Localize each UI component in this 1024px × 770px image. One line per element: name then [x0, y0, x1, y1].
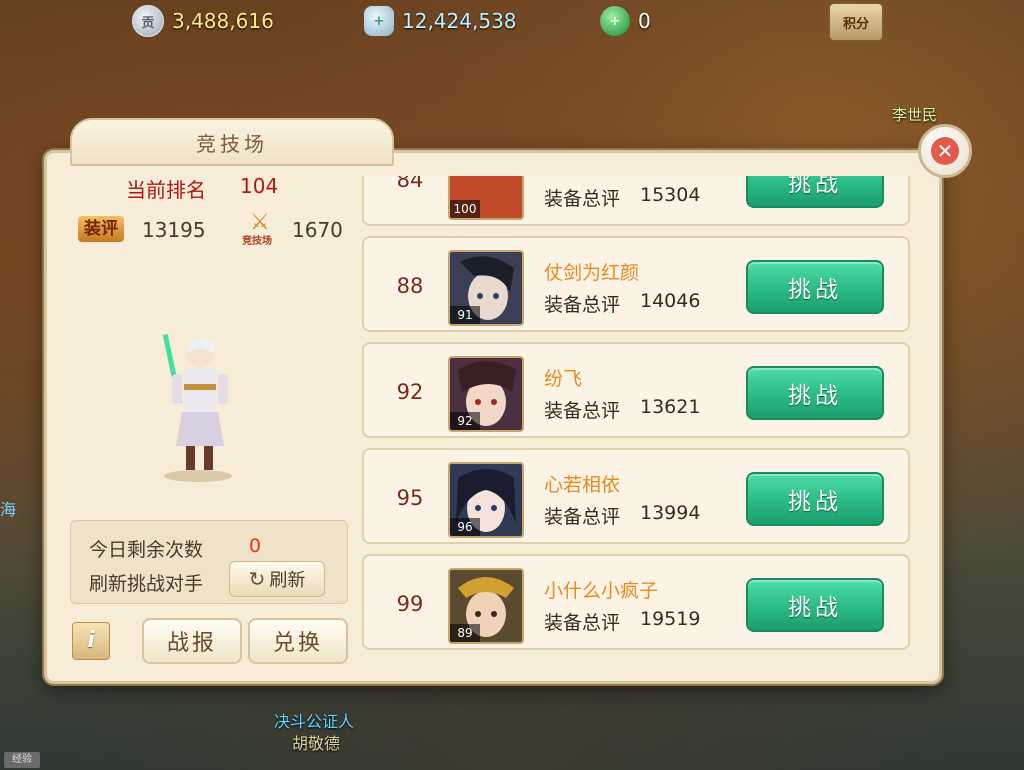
- info-button[interactable]: i: [72, 622, 110, 660]
- player-character-figure: [162, 334, 232, 482]
- opponent-gear-value: 14046: [640, 290, 701, 312]
- gear-score-tag: 装评: [78, 216, 124, 242]
- opponent-name: 小什么小疯子: [544, 580, 659, 602]
- challenge-label: 挑战: [788, 383, 842, 409]
- remaining-attempts-label: 今日剩余次数: [89, 539, 204, 561]
- opponent-gear-label: 装备总评: [544, 400, 621, 422]
- opponent-rank: 95: [396, 486, 424, 510]
- arena-points-icon: ⚔ 竞技场: [242, 210, 282, 247]
- silver-resource[interactable]: + 12,424,538: [364, 6, 517, 36]
- refresh-opponents-label: 刷新挑战对手: [89, 573, 204, 595]
- jade-value: 0: [638, 9, 651, 33]
- refresh-button[interactable]: ↻ 刷新: [229, 561, 325, 597]
- score-button[interactable]: 积分: [828, 2, 884, 42]
- contribution-value: 3,488,616: [172, 9, 274, 33]
- refresh-icon: ↻: [248, 567, 266, 591]
- opponent-portrait[interactable]: 100: [448, 176, 524, 220]
- opponent-gear-value: 13994: [640, 502, 701, 524]
- silver-ingot-icon[interactable]: +: [364, 6, 394, 36]
- opponent-gear-label: 装备总评: [544, 506, 621, 528]
- opponent-list[interactable]: 84 100 装备总评 15304 挑战 88 91 仗剑为红颜 装备总评 14…: [362, 176, 910, 654]
- corner-tag[interactable]: 经验: [4, 752, 40, 768]
- npc-title[interactable]: 决斗公证人: [274, 708, 354, 732]
- gear-score-value: 13195: [142, 218, 206, 242]
- opponent-row: 84 100 装备总评 15304 挑战: [362, 176, 910, 226]
- opponent-level: 100: [450, 200, 480, 218]
- resource-bar: 贡 3,488,616 + 12,424,538 + 0 积分: [0, 0, 1024, 42]
- opponent-portrait[interactable]: 91: [448, 250, 524, 326]
- panel-title: 竞技场: [196, 131, 268, 156]
- arena-points-value: 1670: [292, 218, 343, 242]
- opponent-portrait[interactable]: 96: [448, 462, 524, 538]
- arena-icon-label: 竞技场: [242, 236, 272, 247]
- battle-report-label: 战报: [166, 631, 217, 656]
- opponent-rank: 84: [396, 176, 424, 192]
- current-rank-value: 104: [240, 174, 279, 198]
- challenge-label: 挑战: [788, 176, 842, 197]
- opponent-gear-value: 13621: [640, 396, 701, 418]
- opponent-rank: 99: [396, 592, 424, 616]
- current-rank-label: 当前排名: [126, 178, 206, 202]
- npc-name[interactable]: 胡敬德: [292, 730, 340, 754]
- battle-report-button[interactable]: 战报: [142, 618, 242, 664]
- opponent-level: 92: [450, 412, 480, 430]
- jade-icon[interactable]: +: [600, 6, 630, 36]
- opponent-level: 91: [450, 306, 480, 324]
- opponent-row: 88 91 仗剑为红颜 装备总评 14046 挑战: [362, 236, 910, 332]
- panel-title-tab: 竞技场: [70, 118, 394, 166]
- contribution-resource: 贡 3,488,616: [132, 5, 274, 37]
- challenge-button[interactable]: 挑战: [746, 472, 884, 526]
- challenge-label: 挑战: [788, 489, 842, 515]
- exchange-label: 兑换: [272, 631, 323, 656]
- silver-value: 12,424,538: [402, 9, 517, 33]
- remaining-attempts-value: 0: [249, 535, 262, 557]
- opponent-row: 92 92 纷飞 装备总评 13621 挑战: [362, 342, 910, 438]
- challenge-label: 挑战: [788, 595, 842, 621]
- opponent-rank: 92: [396, 380, 424, 404]
- contribution-coin-icon: 贡: [132, 5, 164, 37]
- opponent-gear-value: 19519: [640, 608, 701, 630]
- opponent-gear-label: 装备总评: [544, 294, 621, 316]
- refresh-button-label: 刷新: [269, 570, 306, 591]
- opponent-level: 96: [450, 518, 480, 536]
- challenge-button[interactable]: 挑战: [746, 366, 884, 420]
- opponent-name: 心若相依: [544, 474, 621, 496]
- opponent-gear-label: 装备总评: [544, 188, 621, 210]
- close-icon[interactable]: ✕: [931, 137, 959, 165]
- opponent-rank: 88: [396, 274, 424, 298]
- opponent-name: 仗剑为红颜: [544, 262, 640, 284]
- exchange-button[interactable]: 兑换: [248, 618, 348, 664]
- challenge-button[interactable]: 挑战: [746, 578, 884, 632]
- challenge-button[interactable]: 挑战: [746, 176, 884, 208]
- jade-resource[interactable]: + 0: [600, 6, 651, 36]
- opponent-gear-value: 15304: [640, 184, 701, 206]
- close-button[interactable]: ✕: [918, 124, 972, 178]
- opponent-portrait[interactable]: 92: [448, 356, 524, 432]
- challenge-button[interactable]: 挑战: [746, 260, 884, 314]
- opponent-row: 99 89 小什么小疯子 装备总评 19519 挑战: [362, 554, 910, 650]
- player-info-column: 当前排名 104 装评 13195 ⚔ 竞技场 1670 今日剩余次数 0 刷新…: [56, 164, 356, 674]
- opponent-gear-label: 装备总评: [544, 612, 621, 634]
- npc-name-top: 李世民: [892, 106, 938, 124]
- edge-text: 海: [0, 500, 17, 519]
- opponent-level: 89: [450, 624, 480, 642]
- opponent-row: 95 96 心若相依 装备总评 13994 挑战: [362, 448, 910, 544]
- opponent-portrait[interactable]: 89: [448, 568, 524, 644]
- opponent-name: 纷飞: [544, 368, 583, 390]
- daily-info-box: 今日剩余次数 0 刷新挑战对手 ↻ 刷新: [70, 520, 348, 604]
- challenge-label: 挑战: [788, 277, 842, 303]
